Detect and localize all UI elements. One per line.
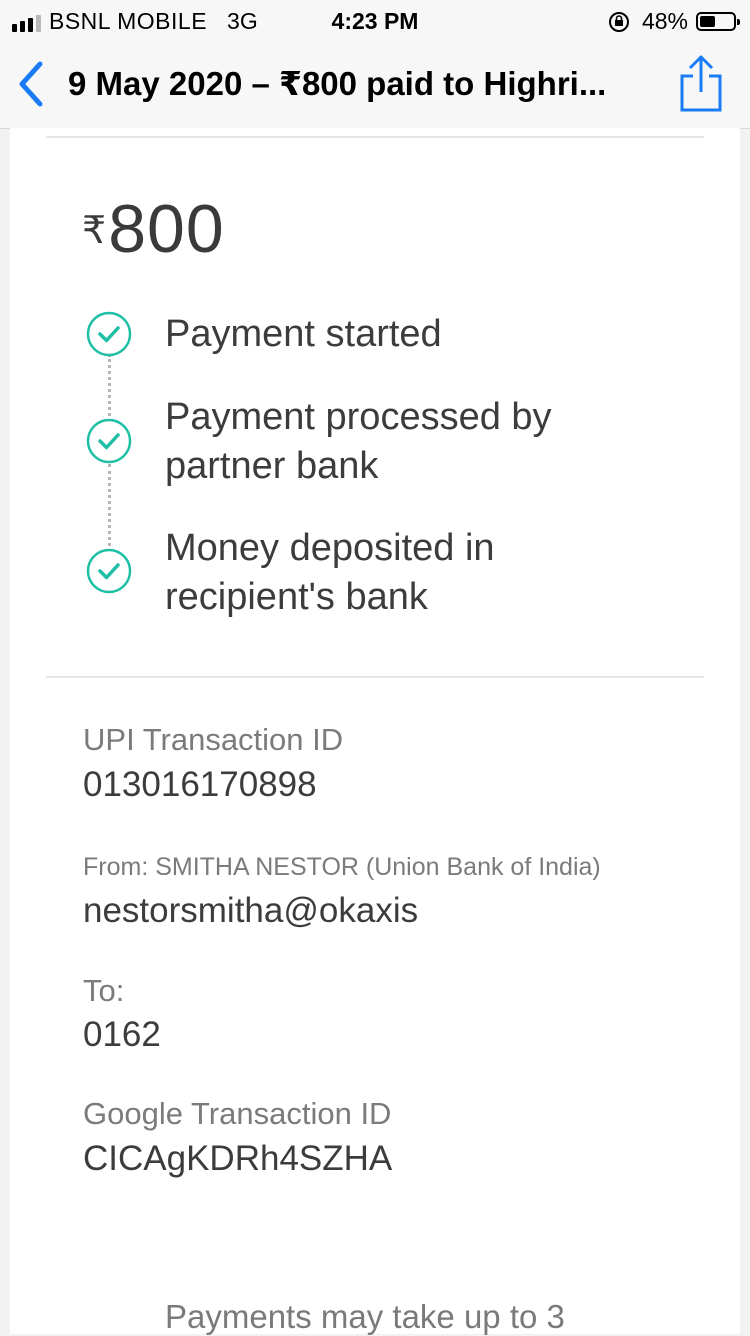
upi-transaction-id-value: 013016170898 xyxy=(83,765,317,804)
share-icon xyxy=(680,55,722,112)
step-label-line: Payment processed by xyxy=(165,396,552,438)
step-label-line: Payment started xyxy=(165,313,442,355)
divider xyxy=(46,136,704,138)
from-label: From: SMITHA NESTOR (Union Bank of India… xyxy=(83,853,601,881)
step-connector xyxy=(108,354,115,416)
battery-icon xyxy=(696,12,740,31)
transaction-card: ₹800 Payment started Payment processed b… xyxy=(10,128,740,1335)
footer-note: Payments may take up to 3 xyxy=(165,1298,565,1335)
status-right: 48% xyxy=(608,8,740,35)
step-label-line: Money deposited in xyxy=(165,527,495,569)
check-circle-icon xyxy=(86,418,132,464)
step-label-line: recipient's bank xyxy=(165,576,428,618)
check-circle-icon xyxy=(86,548,132,594)
google-transaction-id-label: Google Transaction ID xyxy=(83,1096,392,1131)
payment-amount: ₹800 xyxy=(82,190,225,268)
navigation-bar: 9 May 2020 – ₹800 paid to Highri... xyxy=(0,40,750,129)
google-transaction-id-value: CICAgKDRh4SZHA xyxy=(83,1139,393,1178)
step-label: Money deposited in recipient's bank xyxy=(165,524,495,622)
step-label: Payment started xyxy=(165,310,442,359)
step-connector xyxy=(108,464,115,546)
battery-fill xyxy=(700,16,715,27)
status-bar: BSNL MOBILE 3G 4:23 PM 48% xyxy=(0,0,750,40)
to-value: 0162 xyxy=(83,1015,161,1054)
check-circle-icon xyxy=(86,311,132,357)
page-title: 9 May 2020 – ₹800 paid to Highri... xyxy=(68,65,607,102)
to-label: To: xyxy=(83,973,125,1008)
step-label-line: partner bank xyxy=(165,445,379,487)
battery-percentage: 48% xyxy=(641,8,688,34)
currency-symbol: ₹ xyxy=(82,210,107,252)
amount-value: 800 xyxy=(108,191,225,267)
divider xyxy=(46,676,704,678)
from-value: nestorsmitha@okaxis xyxy=(83,891,419,930)
step-label: Payment processed by partner bank xyxy=(165,393,552,491)
chevron-left-icon xyxy=(19,61,43,107)
rotation-lock-icon xyxy=(608,11,629,32)
share-button[interactable] xyxy=(676,54,726,114)
back-button[interactable] xyxy=(10,58,54,110)
upi-transaction-id-label: UPI Transaction ID xyxy=(83,722,344,757)
